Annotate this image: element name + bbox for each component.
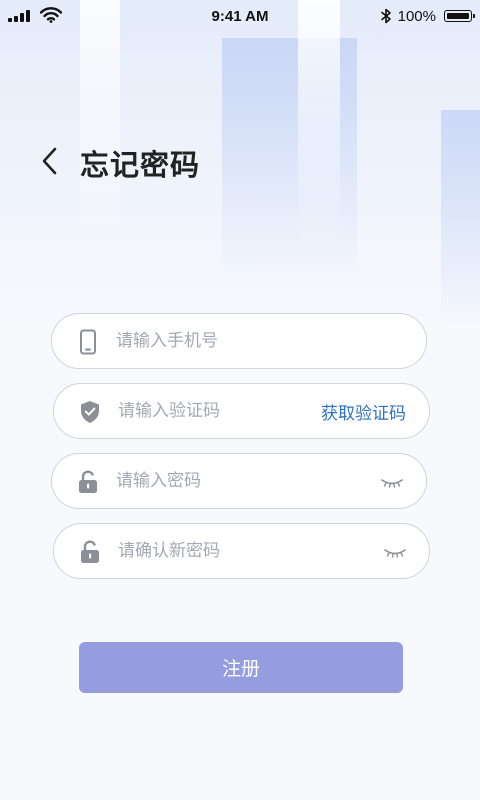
lock-icon (81, 540, 99, 563)
battery-fill (447, 13, 469, 19)
register-button[interactable]: 注册 (79, 642, 403, 693)
battery-icon (444, 10, 475, 22)
bluetooth-icon (381, 8, 391, 24)
status-bar: 9:41 AM 100% (0, 0, 480, 34)
verification-code-field[interactable]: 获取验证码 (53, 383, 430, 439)
password-field[interactable] (51, 453, 427, 509)
background-blue-column (441, 110, 480, 330)
confirm-password-input[interactable] (118, 524, 348, 578)
background-light-column (80, 0, 120, 240)
phone-input[interactable] (116, 314, 346, 368)
phone-field[interactable] (51, 313, 427, 369)
eye-closed-icon[interactable] (383, 546, 407, 558)
chevron-left-icon[interactable] (38, 145, 62, 177)
shield-check-icon (81, 401, 99, 423)
background-light-column (298, 0, 340, 250)
get-code-button[interactable]: 获取验证码 (321, 399, 406, 424)
eye-closed-icon[interactable] (380, 476, 404, 488)
password-input[interactable] (116, 454, 346, 508)
page-title: 忘记密码 (80, 148, 201, 182)
lock-icon (79, 470, 97, 493)
phone-icon (80, 329, 96, 355)
battery-percent: 100% (397, 8, 436, 25)
verification-code-input[interactable] (118, 384, 348, 438)
confirm-password-field[interactable] (53, 523, 430, 579)
